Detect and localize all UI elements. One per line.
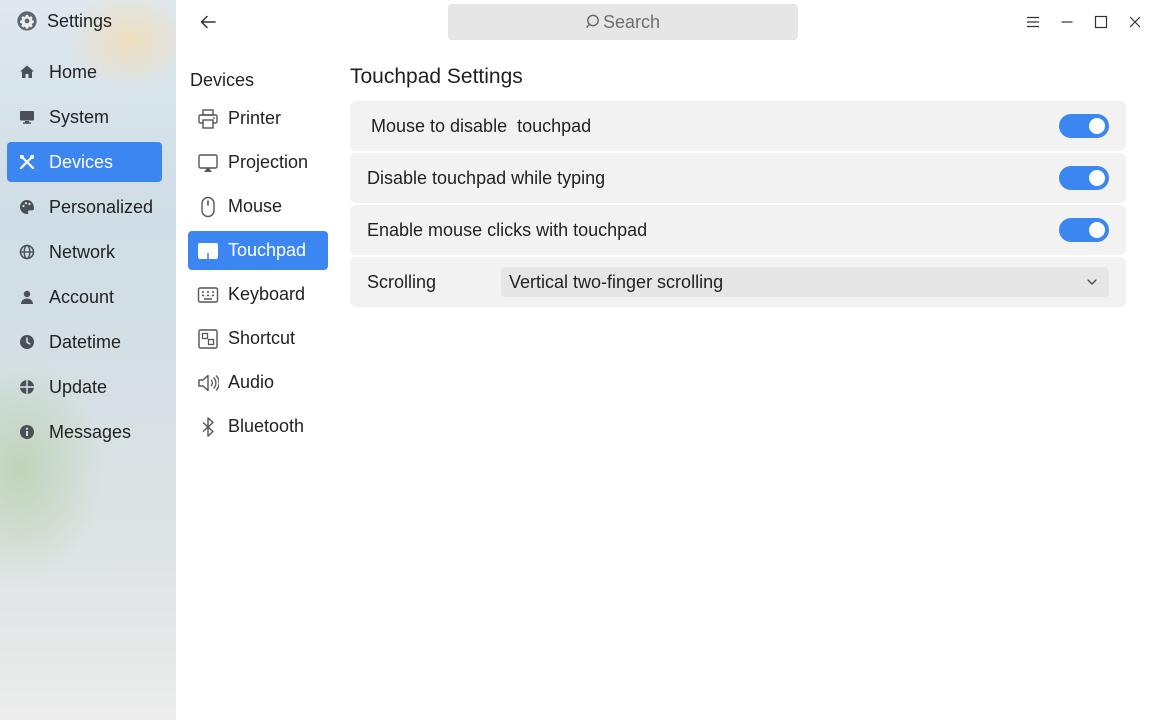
devices-item-label: Keyboard — [228, 284, 306, 304]
palette-icon — [19, 199, 35, 215]
devices-item-label: Audio — [228, 372, 275, 392]
setting-label: Enable mouse clicks with touchpad — [367, 219, 648, 240]
minimize-icon — [1061, 21, 1073, 23]
printer-icon — [196, 107, 220, 131]
sidebar-item-update[interactable]: Update — [7, 367, 162, 407]
sidebar-item-home[interactable]: Home — [7, 52, 162, 92]
mouse-icon — [196, 195, 220, 219]
scrolling-select-value: Vertical two-finger scrolling — [509, 271, 724, 292]
sidebar: Settings Home System Devices Personalize… — [0, 0, 176, 720]
search-icon — [586, 14, 599, 28]
sidebar-item-personalized[interactable]: Personalized — [7, 187, 162, 227]
devices-item-bluetooth[interactable]: Bluetooth — [188, 407, 328, 446]
devices-item-shortcut[interactable]: Shortcut — [188, 319, 328, 358]
close-icon — [1129, 16, 1141, 28]
setting-row-scrolling: Scrolling Vertical two-finger scrolling — [350, 257, 1126, 307]
info-icon — [19, 424, 35, 440]
globe-icon — [19, 244, 35, 260]
user-icon — [19, 289, 35, 305]
devices-item-label: Mouse — [228, 196, 283, 216]
update-icon — [19, 379, 35, 395]
monitor-icon — [19, 109, 35, 125]
close-button[interactable] — [1118, 10, 1152, 34]
page-title: Touchpad Settings — [350, 65, 523, 88]
scrolling-label: Scrolling — [367, 271, 437, 292]
devices-item-projection[interactable]: Projection — [188, 143, 328, 182]
sidebar-item-label: System — [49, 106, 110, 127]
sidebar-item-label: Personalized — [49, 196, 154, 217]
devices-item-label: Projection — [228, 152, 309, 172]
sidebar-item-label: Messages — [49, 421, 132, 442]
arrow-left-icon — [200, 15, 216, 29]
minimize-button[interactable] — [1050, 10, 1084, 34]
touchpad-icon — [196, 239, 220, 263]
sidebar-item-label: Account — [49, 286, 115, 307]
sidebar-item-label: Network — [49, 241, 116, 262]
sidebar-item-label: Devices — [49, 151, 114, 172]
maximize-icon — [1094, 15, 1108, 29]
devices-section-label: Devices — [190, 70, 255, 90]
setting-row-mouse-disable-touchpad: Mouse to disable touchpad — [350, 101, 1126, 151]
sidebar-item-label: Update — [49, 376, 108, 397]
setting-row-mouse-clicks: Enable mouse clicks with touchpad — [350, 205, 1126, 255]
app-header: Settings — [16, 9, 112, 33]
bluetooth-icon — [196, 415, 220, 439]
devices-icon — [19, 154, 35, 170]
sidebar-item-datetime[interactable]: Datetime — [7, 322, 162, 362]
sidebar-item-devices[interactable]: Devices — [7, 142, 162, 182]
touchpad-settings-list: Mouse to disable touchpad Disable touchp… — [350, 101, 1126, 309]
maximize-button[interactable] — [1084, 10, 1118, 34]
devices-item-keyboard[interactable]: Keyboard — [188, 275, 328, 314]
gear-icon — [17, 11, 37, 31]
app-title: Settings — [47, 10, 113, 31]
devices-item-mouse[interactable]: Mouse — [188, 187, 328, 226]
keyboard-icon — [196, 283, 220, 307]
home-icon — [19, 64, 35, 80]
disable-while-typing-toggle[interactable] — [1059, 166, 1109, 190]
sidebar-item-system[interactable]: System — [7, 97, 162, 137]
toggle-knob — [1089, 170, 1105, 186]
clock-icon — [19, 334, 35, 350]
window-controls — [1016, 10, 1152, 34]
devices-item-label: Printer — [228, 108, 282, 128]
mouse-clicks-toggle[interactable] — [1059, 218, 1109, 242]
devices-item-label: Shortcut — [228, 328, 296, 348]
setting-row-disable-while-typing: Disable touchpad while typing — [350, 153, 1126, 203]
devices-item-label: Touchpad — [228, 240, 307, 260]
sidebar-item-label: Datetime — [49, 331, 122, 352]
shortcut-icon — [196, 327, 220, 351]
mouse-disable-touchpad-toggle[interactable] — [1059, 114, 1109, 138]
search-placeholder: Search — [602, 11, 661, 32]
speaker-icon — [196, 371, 220, 395]
menu-icon — [1027, 16, 1039, 28]
setting-label: Mouse to disable touchpad — [371, 115, 592, 136]
menu-button[interactable] — [1016, 10, 1050, 34]
devices-item-label: Bluetooth — [228, 416, 305, 436]
devices-item-audio[interactable]: Audio — [188, 363, 328, 402]
devices-item-touchpad[interactable]: Touchpad — [188, 231, 328, 270]
toggle-knob — [1089, 222, 1105, 238]
sidebar-nav: Home System Devices Personalized Network… — [7, 52, 162, 457]
sidebar-item-network[interactable]: Network — [7, 232, 162, 272]
projection-icon — [196, 151, 220, 175]
search-input[interactable]: Search — [448, 4, 798, 40]
sidebar-item-messages[interactable]: Messages — [7, 412, 162, 452]
sidebar-item-label: Home — [49, 61, 98, 82]
chevron-down-icon — [1087, 279, 1097, 285]
devices-item-printer[interactable]: Printer — [188, 99, 328, 138]
sidebar-item-account[interactable]: Account — [7, 277, 162, 317]
scrolling-select[interactable]: Vertical two-finger scrolling — [501, 267, 1109, 297]
toggle-knob — [1089, 118, 1105, 134]
back-button[interactable] — [196, 10, 220, 34]
devices-list: Printer Projection Mouse Touchpad Keyboa… — [188, 99, 328, 451]
setting-label: Disable touchpad while typing — [367, 167, 606, 188]
